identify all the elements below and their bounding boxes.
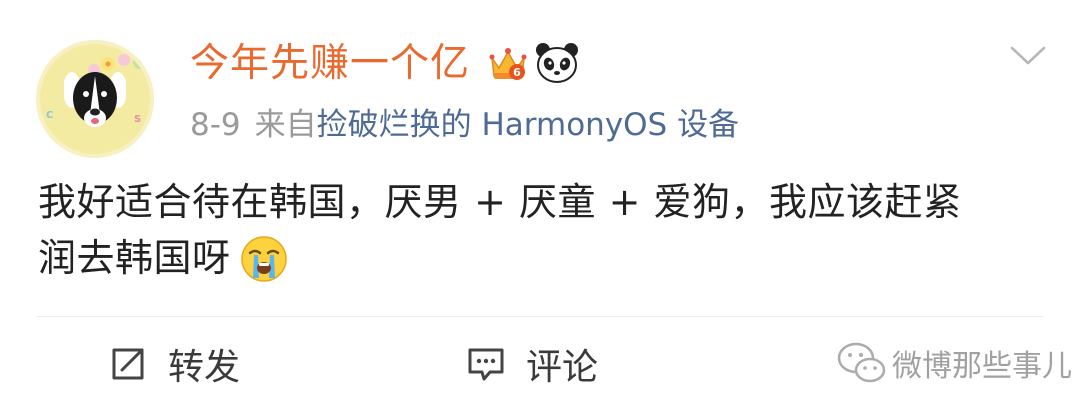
comment-label: 评论	[526, 347, 599, 388]
post-body: 我好适合待在韩国，厌男 + 厌童 + 爱狗，我应该赶紧 润去韩国呀	[38, 174, 1048, 286]
chevron-down-icon[interactable]	[1008, 44, 1048, 68]
weibo-post-card: C S 今年先赚一个亿 6 8-9 来自捡破烂换的 HarmonyOS 设备 我好…	[0, 0, 1080, 409]
post-text-line: 我好适合待在韩国，厌男 + 厌童 + 爱狗，我应该赶紧	[38, 180, 962, 224]
post-text-segment: 润去韩国呀	[38, 236, 231, 280]
post-date: 8-9	[190, 107, 241, 143]
source-prefix: 来自	[254, 107, 317, 143]
user-avatar[interactable]: C S	[36, 40, 154, 158]
post-meta: 8-9 来自捡破烂换的 HarmonyOS 设备	[190, 104, 739, 146]
username[interactable]: 今年先赚一个亿	[190, 40, 470, 88]
crying-emoji-icon	[240, 235, 287, 282]
divider	[36, 316, 1044, 317]
comment-button[interactable]: 评论	[466, 336, 598, 392]
panda-badge-icon[interactable]	[534, 40, 580, 86]
avatar-ring	[36, 40, 154, 158]
watermark-text: 微博那些事儿	[892, 349, 1072, 384]
repost-label: 转发	[168, 347, 241, 388]
repost-icon	[112, 348, 144, 380]
crown-badge-icon[interactable]: 6	[487, 42, 529, 84]
wechat-logo-icon	[837, 342, 886, 383]
watermark: 微博那些事儿	[836, 338, 1072, 388]
comment-icon	[468, 348, 504, 381]
source-device-link[interactable]: 捡破烂换的 HarmonyOS 设备	[317, 107, 739, 143]
post-text-line: 润去韩国呀	[38, 230, 1048, 286]
repost-button[interactable]: 转发	[108, 336, 240, 392]
svg-text:6: 6	[513, 66, 521, 79]
